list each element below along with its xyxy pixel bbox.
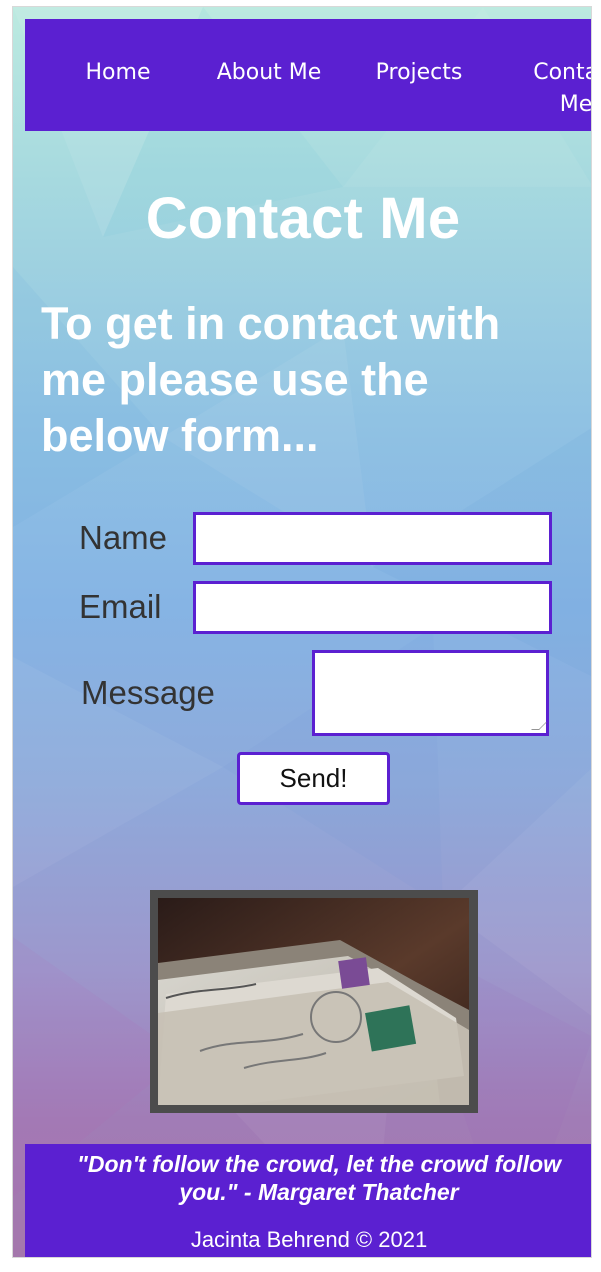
nav-contact-link[interactable]: Contact Me	[516, 57, 591, 121]
contact-intro: To get in contact with me please use the…	[41, 298, 501, 462]
name-label: Name	[79, 519, 168, 556]
letters-photo	[150, 890, 478, 1113]
page-footer: "Don't follow the crowd, let the crowd f…	[25, 1144, 591, 1257]
message-textarea[interactable]	[312, 650, 549, 736]
nav-about-link[interactable]: About Me	[209, 57, 329, 89]
send-button[interactable]: Send!	[237, 752, 390, 805]
name-field[interactable]	[193, 512, 552, 565]
letters-photo-icon	[158, 898, 469, 1105]
email-label: Email	[79, 588, 162, 625]
footer-quote: "Don't follow the crowd, let the crowd f…	[76, 1151, 562, 1205]
browser-viewport: Home About Me Projects Contact Me Contac…	[12, 6, 592, 1258]
email-field[interactable]	[193, 581, 552, 634]
footer-copyright: Jacinta Behrend © 2021	[190, 1227, 428, 1252]
resize-handle-icon[interactable]	[531, 722, 547, 730]
nav-home-link[interactable]: Home	[83, 57, 153, 89]
message-label: Message	[81, 674, 215, 711]
nav-projects-link[interactable]: Projects	[370, 57, 468, 89]
page-title: Contact Me	[145, 185, 461, 251]
top-navigation: Home About Me Projects Contact Me	[25, 19, 591, 131]
